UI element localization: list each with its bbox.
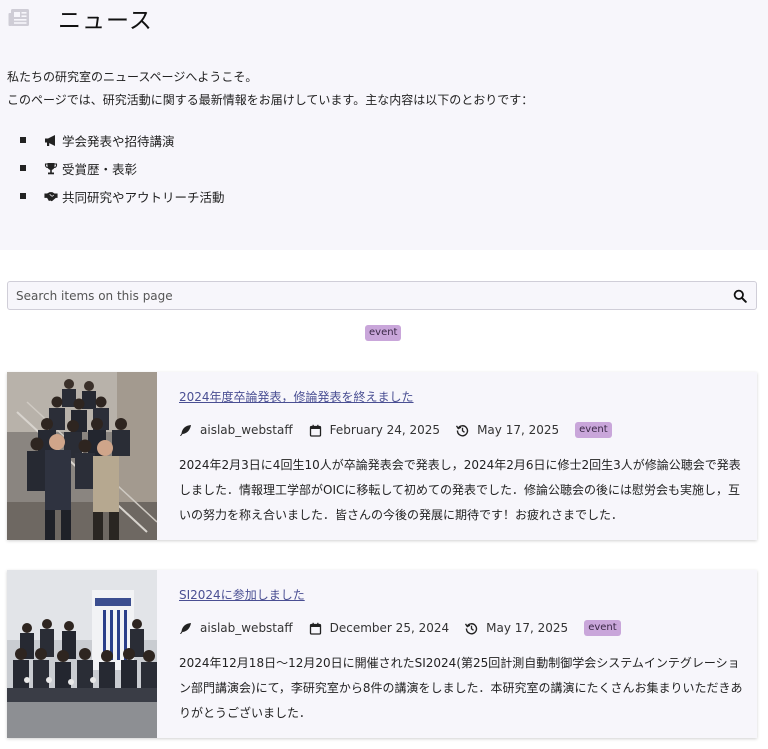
list-item-label: 受賞歴・表彰 bbox=[62, 161, 138, 177]
topic-list: 学会発表や招待講演 受賞歴・表彰 共同研究やアウトリーチ活動 bbox=[20, 126, 225, 210]
post-author: aislab_webstaff bbox=[200, 621, 293, 635]
post-title-link[interactable]: SI2024に参加しました bbox=[179, 586, 305, 603]
handshake-icon bbox=[44, 191, 58, 201]
search-bar bbox=[7, 281, 757, 310]
search-input[interactable] bbox=[8, 282, 756, 309]
list-item: 共同研究やアウトリーチ活動 bbox=[20, 182, 225, 210]
post-updated: May 17, 2025 bbox=[477, 423, 560, 437]
search-icon[interactable] bbox=[733, 289, 747, 303]
bullet-marker bbox=[20, 193, 26, 199]
history-icon bbox=[456, 424, 469, 436]
list-item: 受賞歴・表彰 bbox=[20, 154, 225, 182]
list-item-label: 共同研究やアウトリーチ活動 bbox=[62, 189, 225, 205]
feather-pen-icon bbox=[180, 622, 191, 634]
trophy-icon bbox=[44, 162, 58, 174]
list-item: 学会発表や招待講演 bbox=[20, 126, 225, 154]
calendar-icon bbox=[309, 622, 321, 635]
page-title: ニュース bbox=[58, 8, 153, 34]
post-tag[interactable]: event bbox=[575, 422, 612, 438]
intro-text: 私たちの研究室のニュースページへようこそ。 このページでは、研究活動に関する最新… bbox=[7, 66, 533, 112]
intro-line-1: 私たちの研究室のニュースページへようこそ。 bbox=[7, 70, 258, 84]
post-updated: May 17, 2025 bbox=[486, 621, 569, 635]
newspaper-icon bbox=[8, 9, 29, 26]
list-item-label: 学会発表や招待講演 bbox=[62, 133, 175, 149]
post-tag[interactable]: event bbox=[584, 620, 621, 636]
post-date: February 24, 2025 bbox=[329, 423, 441, 437]
news-card: 2024年度卒論発表，修論発表を終えました aislab_webstaff Fe… bbox=[7, 372, 757, 540]
post-excerpt: 2024年12月18日〜12月20日に開催されたSI2024(第25回計測自動制… bbox=[179, 656, 743, 720]
post-title-link[interactable]: 2024年度卒論発表，修論発表を終えました bbox=[179, 388, 414, 405]
news-card: SI2024に参加しました aislab_webstaff December 2… bbox=[7, 570, 757, 738]
bullet-marker bbox=[20, 137, 26, 143]
megaphone-icon bbox=[45, 134, 55, 146]
post-thumbnail[interactable] bbox=[7, 372, 157, 540]
post-meta: aislab_webstaff December 25, 2024 May 17… bbox=[179, 620, 621, 636]
post-author: aislab_webstaff bbox=[200, 423, 293, 437]
post-excerpt: 2024年2月3日に4回生10人が卒論発表会で発表し，2024年2月6日に修士2… bbox=[179, 458, 741, 522]
bullet-marker bbox=[20, 165, 26, 171]
feather-pen-icon bbox=[180, 424, 191, 436]
calendar-icon bbox=[309, 424, 321, 437]
post-meta: aislab_webstaff February 24, 2025 May 17… bbox=[179, 422, 612, 438]
intro-line-2: このページでは、研究活動に関する最新情報をお届けしています。主な内容は以下のとお… bbox=[7, 93, 534, 107]
title-row: ニュース bbox=[8, 4, 153, 34]
history-icon bbox=[465, 622, 478, 634]
post-thumbnail[interactable] bbox=[7, 570, 157, 738]
news-header-section: ニュース 私たちの研究室のニュースページへようこそ。 このページでは、研究活動に… bbox=[0, 0, 768, 250]
filter-tag-event[interactable]: event bbox=[365, 325, 402, 341]
post-date: December 25, 2024 bbox=[329, 621, 450, 635]
